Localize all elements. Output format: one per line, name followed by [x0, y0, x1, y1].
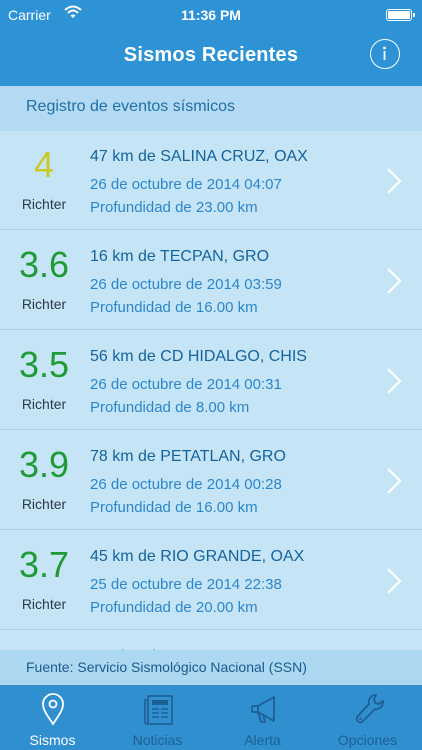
magnitude-unit: Richter: [21, 596, 67, 612]
depth-label: Profundidad de 20.00 km: [90, 599, 258, 616]
magnitude-value: 3.9: [18, 444, 70, 485]
earthquake-row[interactable]: 3.9 Richter 78 km de PETATLAN, GRO 26 de oc…: [0, 431, 422, 530]
section-header-label: Registro de eventos sísmicos: [26, 98, 235, 115]
chevron-right-icon: [387, 268, 402, 294]
navigation-bar: Sismos Recientes: [0, 30, 422, 86]
location-label: 45 km de RIO GRANDE, OAX: [90, 548, 305, 565]
magnitude-unit: Richter: [21, 196, 67, 212]
magnitude-value: 3.6: [18, 244, 70, 285]
tab-sismos-label: Sismos: [29, 732, 76, 748]
header-background: Carrier 11:36 PM Sismos Recientes: [0, 0, 422, 86]
location-label: 78 km de PETATLAN, GRO: [90, 448, 286, 465]
newspaper-icon: [144, 695, 173, 725]
status-bar: Carrier 11:36 PM: [0, 0, 422, 30]
date-label: 26 de octubre de 2014 00:31: [90, 376, 282, 393]
magnitude-unit: Richter: [21, 296, 67, 312]
earthquake-list: 4 Richter 47 km de SALINA CRUZ, OAX 26 de o…: [0, 131, 422, 650]
battery-icon: [386, 9, 415, 21]
chevron-right-icon: [387, 468, 402, 494]
tab-noticias-label: Noticias: [132, 732, 183, 748]
magnitude-unit: Richter: [21, 396, 67, 412]
date-label: 26 de octubre de 2014 00:28: [90, 476, 282, 493]
location-label: 56 km de CD HIDALGO, CHIS: [90, 348, 307, 365]
wrench-icon: [355, 694, 384, 724]
location-pin-icon: [42, 693, 64, 726]
date-label: 25 de octubre de 2014 22:38: [90, 576, 282, 593]
earthquake-row[interactable]: 3.5 Richter 56 km de CD HIDALGO, CHIS 26 de…: [0, 331, 422, 430]
megaphone-icon: [251, 696, 275, 723]
location-label: 16 km de TECPAN, GRO: [90, 248, 270, 265]
chevron-right-icon: [387, 168, 402, 194]
clock: 11:36 PM: [181, 7, 241, 23]
chevron-right-icon: [387, 368, 402, 394]
tab-opciones-label: Opciones: [337, 732, 398, 748]
date-label: 26 de octubre de 2014 04:07: [90, 176, 282, 193]
tab-alerta-label: Alerta: [244, 732, 281, 748]
tab-noticias[interactable]: Noticias: [105, 685, 210, 750]
depth-label: Profundidad de 16.00 km: [90, 499, 258, 516]
chevron-right-icon: [387, 568, 402, 594]
location-label: 47 km de SALINA CRUZ, OAX: [90, 148, 308, 165]
source-label: Fuente: Servicio Sismológico Nacional (S…: [26, 659, 307, 675]
depth-label: Profundidad de 16.00 km: [90, 299, 258, 316]
section-header: Registro de eventos sísmicos: [0, 86, 422, 131]
page-title: Sismos Recientes: [123, 44, 299, 66]
tab-alerta[interactable]: Alerta: [210, 685, 315, 750]
tab-bar: Sismos Noticias Alerta Opciones: [0, 685, 422, 750]
tab-sismos[interactable]: Sismos: [0, 685, 105, 750]
magnitude-unit: Richter: [21, 496, 67, 512]
magnitude-value: 3.5: [18, 344, 70, 385]
earthquake-row[interactable]: 142 km de CD HIDALGO, CHIS25 de octubre …: [0, 631, 422, 650]
tab-opciones[interactable]: Opciones: [315, 685, 420, 750]
earthquake-row[interactable]: 3.6 Richter 16 km de TECPAN, GRO 26 de octu…: [0, 231, 422, 330]
magnitude-value: 3.7: [18, 544, 70, 585]
source-footer: Fuente: Servicio Sismológico Nacional (S…: [0, 650, 422, 685]
depth-label: Profundidad de 8.00 km: [90, 399, 250, 416]
magnitude-value: 4: [33, 144, 55, 185]
earthquake-row[interactable]: 4 Richter 47 km de SALINA CRUZ, OAX 26 de o…: [0, 131, 422, 230]
depth-label: Profundidad de 23.00 km: [90, 199, 258, 216]
date-label: 26 de octubre de 2014 03:59: [90, 276, 282, 293]
info-icon[interactable]: [370, 39, 400, 69]
earthquake-row[interactable]: 3.7 Richter 45 km de RIO GRANDE, OAX 25 de …: [0, 531, 422, 630]
